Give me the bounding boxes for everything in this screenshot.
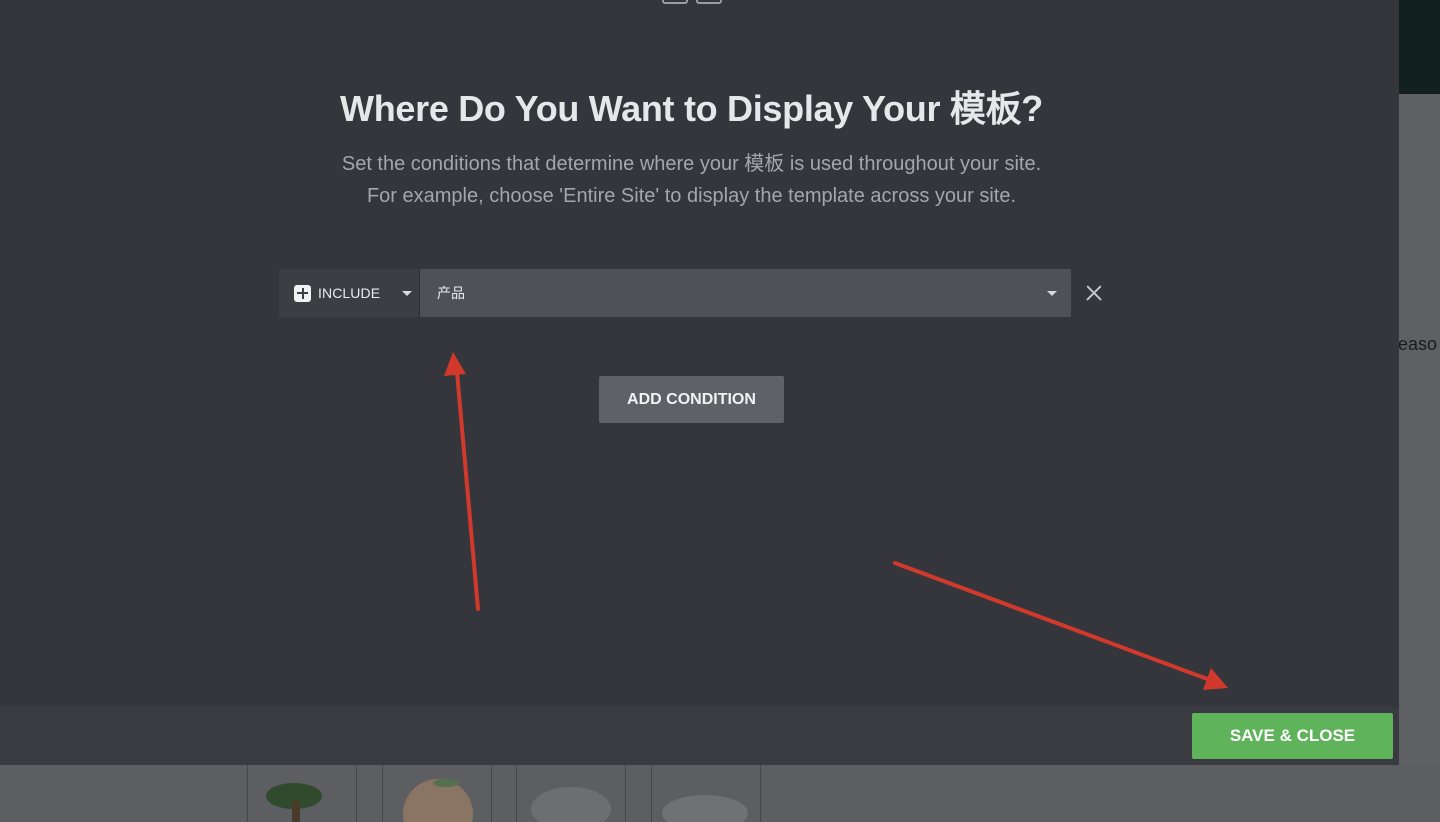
product-thumbnail	[651, 765, 761, 822]
close-icon[interactable]	[1082, 281, 1106, 305]
condition-value-select[interactable]: 产品	[420, 269, 1071, 317]
condition-row: INCLUDE 产品	[279, 269, 1071, 317]
condition-type-label: INCLUDE	[318, 285, 381, 301]
chevron-down-icon	[1047, 290, 1057, 296]
background-text: easo	[1398, 334, 1438, 354]
window-icon	[696, 0, 722, 4]
modal-top-icons	[662, 0, 722, 4]
plus-icon	[294, 284, 311, 302]
description-line: For example, choose 'Entire Site' to dis…	[366, 185, 1017, 207]
window-icon	[662, 0, 688, 4]
product-thumbnail	[516, 765, 626, 822]
chevron-down-icon	[402, 290, 413, 296]
modal-title: Where Do You Want to Display Your 模板?	[340, 88, 1043, 129]
condition-type-select[interactable]: INCLUDE	[279, 269, 420, 317]
background-content	[1399, 94, 1440, 822]
background-header	[1399, 0, 1440, 94]
save-and-close-button[interactable]: SAVE & CLOSE	[1192, 713, 1393, 759]
modal-description: Set the conditions that determine where …	[0, 148, 1383, 212]
condition-value-label: 产品	[437, 285, 465, 301]
add-condition-button[interactable]: ADD CONDITION	[599, 376, 784, 423]
display-conditions-modal: Where Do You Want to Display Your 模板? Se…	[0, 0, 1399, 765]
product-thumbnail	[382, 765, 492, 822]
product-thumbnail	[247, 765, 357, 822]
modal-footer	[0, 707, 1399, 765]
description-line: Set the conditions that determine where …	[341, 153, 1042, 175]
